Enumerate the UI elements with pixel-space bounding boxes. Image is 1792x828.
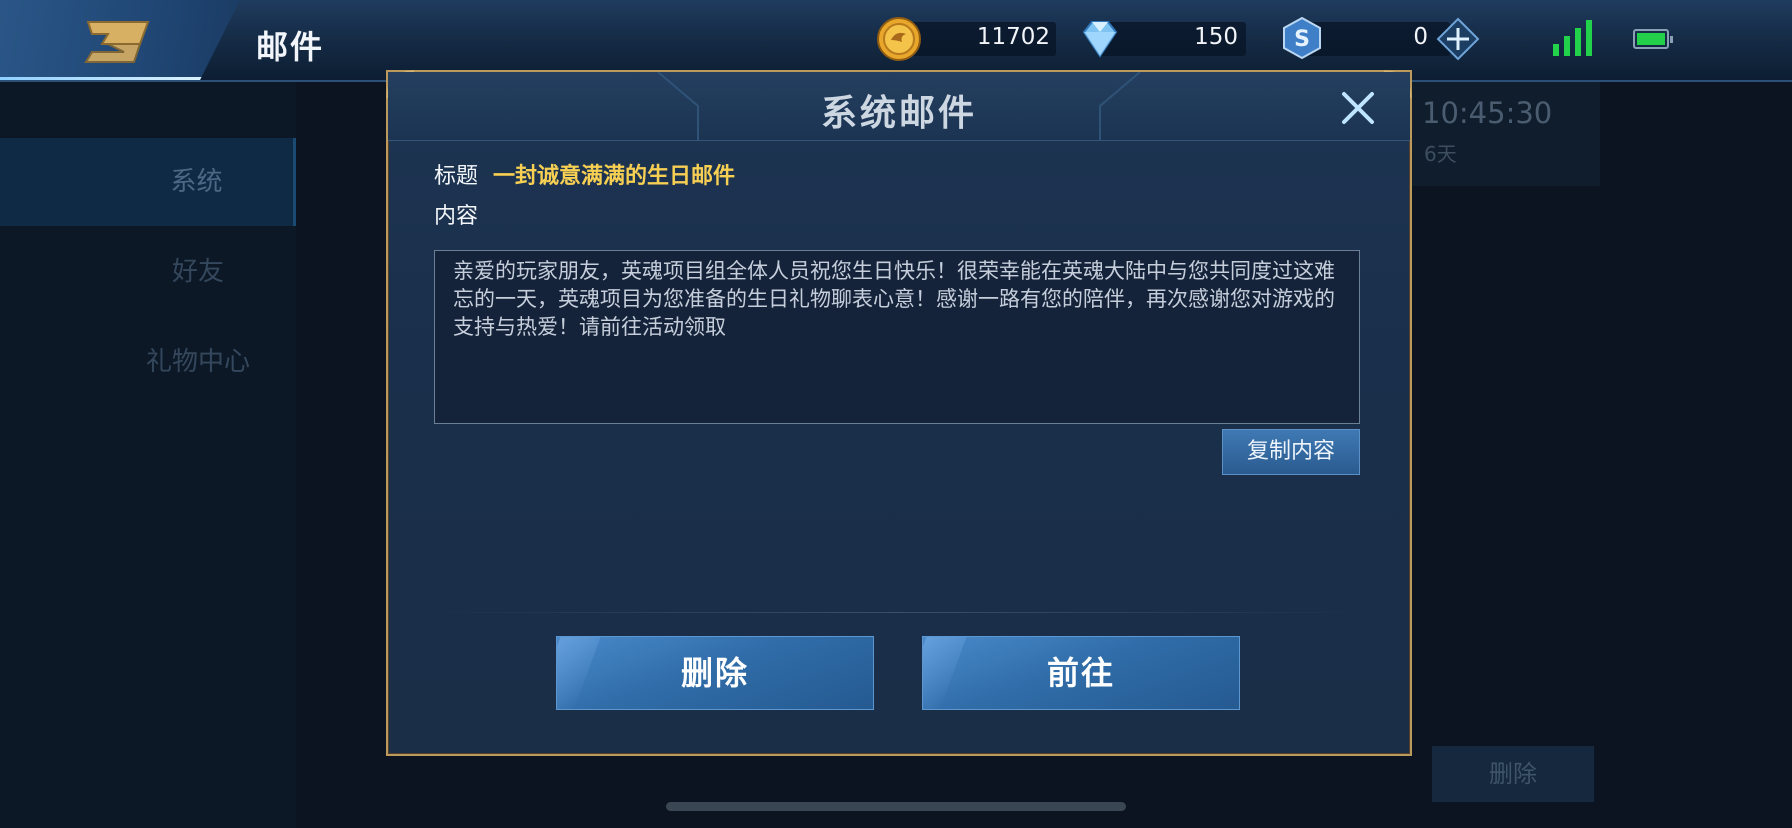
copy-content-button[interactable]: 复制内容	[1222, 429, 1360, 475]
gold-coin-icon	[877, 17, 921, 61]
dialog-title: 系统邮件	[820, 93, 977, 134]
battery-icon	[1633, 29, 1673, 49]
sidebar-item-friends[interactable]: 好友	[0, 228, 296, 316]
signal-icon	[1553, 20, 1593, 56]
sidebar-item-gift-center[interactable]: 礼物中心	[0, 318, 296, 406]
dialog-header: 系统邮件	[388, 72, 1410, 141]
sidebar-item-label: 好友	[171, 257, 224, 287]
delete-button[interactable]: 删除	[556, 636, 874, 710]
mail-content-text: 亲爱的玩家朋友，英魂项目组全体人员祝您生日快乐！很荣幸能在英魂大陆中与您共同度过…	[453, 259, 1335, 339]
s-coupon-icon: S	[1283, 16, 1321, 60]
subject-label: 标题	[434, 164, 479, 189]
gold-value: 11702	[976, 24, 1050, 50]
mail-days-left: 6天	[1424, 142, 1457, 166]
back-arrow-icon[interactable]	[78, 14, 158, 68]
subject-value: 一封诚意满满的生日邮件	[493, 164, 736, 189]
plus-icon[interactable]	[1436, 17, 1480, 61]
coupon-counter: S 0	[1280, 16, 1480, 62]
gold-counter: 11702	[876, 16, 1056, 62]
content-label: 内容	[434, 204, 479, 229]
mail-time: 10:45:30	[1422, 96, 1553, 130]
mail-content-box[interactable]: 亲爱的玩家朋友，英魂项目组全体人员祝您生日快乐！很荣幸能在英魂大陆中与您共同度过…	[434, 250, 1360, 424]
sidebar-item-label: 礼物中心	[145, 347, 250, 377]
home-indicator[interactable]	[666, 802, 1126, 811]
close-icon[interactable]	[1338, 88, 1378, 128]
delete-button-label: 删除	[680, 654, 749, 692]
divider	[434, 612, 1360, 613]
diamond-icon	[1082, 21, 1118, 58]
goto-button-label: 前往	[1046, 654, 1115, 692]
svg-text:S: S	[1294, 27, 1310, 52]
diamond-counter: 150	[1078, 16, 1246, 62]
mail-sidebar: 系统 好友 礼物中心	[0, 82, 296, 828]
page-title: 邮件	[256, 28, 325, 66]
system-mail-dialog: 系统邮件 标题 一封诚意满满的生日邮件 内容 亲爱的玩家朋友，英魂项目组全体人员…	[386, 70, 1412, 756]
sidebar-item-system[interactable]: 系统	[0, 138, 296, 226]
back-tab[interactable]	[0, 0, 240, 80]
diamond-value: 150	[1194, 24, 1238, 50]
goto-button[interactable]: 前往	[922, 636, 1240, 710]
background-delete-button[interactable]: 删除	[1432, 746, 1594, 802]
coupon-value: 0	[1413, 24, 1428, 50]
sidebar-item-label: 系统	[170, 167, 223, 197]
